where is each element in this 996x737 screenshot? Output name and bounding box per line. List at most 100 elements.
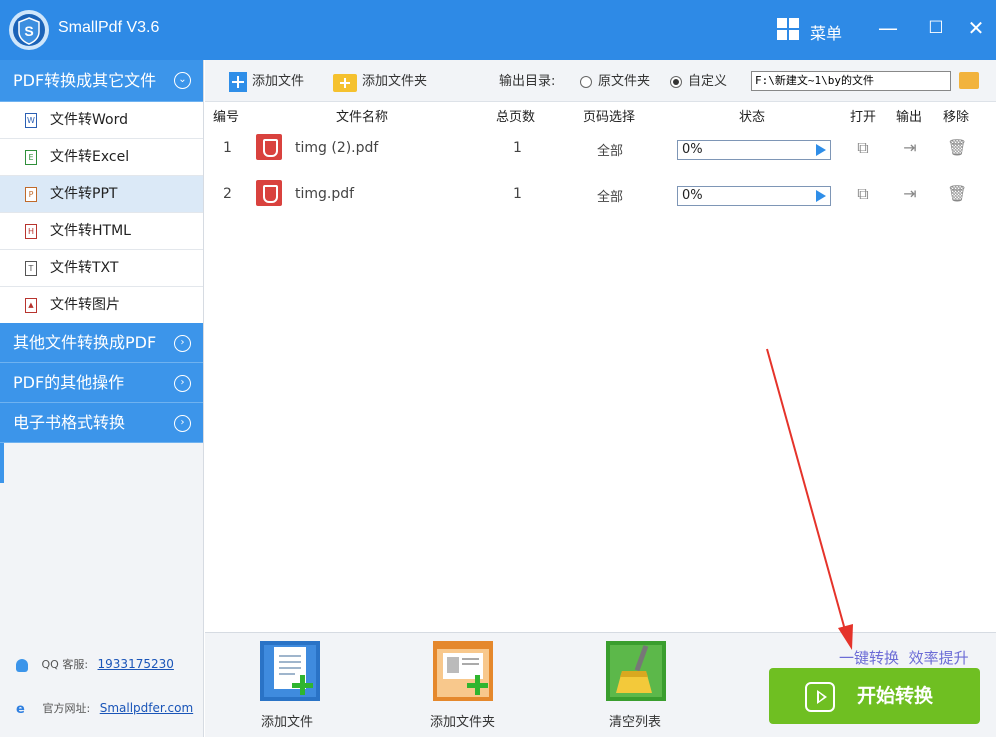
maximize-button[interactable]: ☐ [921, 14, 951, 42]
sidebar-item-label: 文件转HTML [50, 223, 131, 239]
html-doc-icon: H [25, 224, 37, 239]
category-label: PDF转换成其它文件 [13, 71, 157, 90]
row-pages: 1 [513, 140, 522, 156]
promo-right: 效率提升 [908, 649, 969, 667]
start-convert-label: 开始转换 [857, 685, 934, 707]
category-label: PDF的其他操作 [13, 373, 125, 392]
pdf-file-icon [256, 180, 282, 206]
play-icon[interactable] [816, 144, 826, 156]
sidebar-item-label: 文件转图片 [50, 297, 120, 313]
row-filename: timg (2).pdf [295, 140, 379, 156]
sidebar-item-image[interactable]: ▲ 文件转图片 [0, 287, 203, 324]
sidebar-item-label: 文件转Excel [50, 149, 130, 165]
start-convert-button[interactable]: 开始转换 [769, 668, 980, 724]
add-file-large-icon [260, 641, 320, 701]
table-row[interactable]: 1 timg (2).pdf 1 全部 0% ⧉ ⇥ 🗑 [205, 126, 996, 172]
sidebar-item-excel[interactable]: E 文件转Excel [0, 139, 203, 176]
chevron-right-icon: › [174, 375, 191, 392]
category-label: 电子书格式转换 [13, 413, 126, 432]
txt-doc-icon: T [25, 261, 37, 276]
svg-text:S: S [24, 23, 33, 39]
table-row[interactable]: 2 timg.pdf 1 全部 0% ⧉ ⇥ 🗑 [205, 172, 996, 218]
row-pages: 1 [513, 186, 522, 202]
radio-icon [580, 75, 592, 88]
qq-contact: QQ 客服: 1933175230 [16, 656, 174, 672]
promo-left: 一键转换 [839, 649, 900, 667]
word-doc-icon: W [25, 113, 37, 128]
export-icon[interactable]: ⇥ [900, 184, 920, 204]
status-progress: 0% [677, 140, 831, 160]
qq-icon [16, 658, 28, 672]
open-external-icon[interactable]: ⧉ [853, 184, 873, 204]
progress-text: 0% [682, 142, 703, 157]
sidebar-item-txt[interactable]: T 文件转TXT [0, 250, 203, 287]
category-pdf-to-other[interactable]: PDF转换成其它文件 ⌄ [0, 60, 203, 102]
app-logo-icon: S [9, 10, 49, 50]
row-page-range[interactable]: 全部 [597, 186, 623, 205]
bottom-add-file-label: 添加文件 [261, 715, 314, 730]
chevron-right-icon: › [174, 335, 191, 352]
sidebar-item-html[interactable]: H 文件转HTML [0, 213, 203, 250]
menu-button[interactable]: 菜单 [810, 20, 842, 44]
open-external-icon[interactable]: ⧉ [853, 138, 873, 158]
category-other-to-pdf[interactable]: 其他文件转换成PDF › [0, 323, 203, 363]
qq-number-link[interactable]: 1933175230 [98, 657, 174, 671]
table-header: 编号 文件名称 总页数 页码选择 状态 打开 输出 移除 [205, 102, 996, 126]
ie-icon: e [16, 701, 25, 717]
trash-icon[interactable]: 🗑 [947, 138, 967, 158]
promo-text: 一键转换 效率提升 [839, 647, 969, 668]
category-ebook-convert[interactable]: 电子书格式转换 › [0, 403, 203, 443]
trash-icon[interactable]: 🗑 [947, 184, 967, 204]
minimize-button[interactable]: — [873, 14, 903, 42]
col-pages: 总页数 [496, 110, 536, 125]
category-pdf-other-ops[interactable]: PDF的其他操作 › [0, 363, 203, 403]
radio-original-folder[interactable]: 原文件夹 [580, 71, 650, 93]
add-folder-label: 添加文件夹 [362, 74, 428, 89]
add-file-button[interactable]: 添加文件 [229, 71, 304, 93]
status-progress: 0% [677, 186, 831, 206]
sidebar-item-word[interactable]: W 文件转Word [0, 102, 203, 139]
row-index: 2 [223, 186, 232, 202]
pdf-file-icon [256, 134, 282, 160]
title-bar: S SmallPdf V3.6 菜单 — ☐ ✕ [0, 0, 996, 60]
sidebar: PDF转换成其它文件 ⌄ W 文件转Word E 文件转Excel P 文件转P… [0, 60, 204, 737]
app-title: SmallPdf V3.6 [58, 19, 160, 36]
row-index: 1 [223, 140, 232, 156]
menu-grid-icon[interactable] [777, 18, 799, 40]
website-contact: e 官方网址: Smallpdfer.com [16, 700, 193, 716]
image-doc-icon: ▲ [25, 298, 37, 313]
add-file-label: 添加文件 [252, 74, 305, 89]
website-label: 官方网址: [42, 702, 91, 715]
add-file-icon [229, 71, 247, 92]
qq-label: QQ 客服: [41, 658, 89, 671]
sidebar-item-ppt[interactable]: P 文件转PPT [0, 176, 203, 213]
clear-list-label: 清空列表 [609, 715, 662, 730]
toolbar: 添加文件 添加文件夹 输出目录: 原文件夹 自定义 F:\新建文~1\by的文件 [205, 60, 996, 102]
col-open: 打开 [850, 110, 877, 125]
excel-doc-icon: E [25, 150, 37, 165]
radio-selected-icon [670, 75, 682, 88]
play-icon[interactable] [816, 190, 826, 202]
sidebar-item-label: 文件转PPT [50, 186, 118, 202]
category-label: 其他文件转换成PDF [13, 333, 157, 352]
bottom-add-folder-label: 添加文件夹 [430, 715, 496, 730]
col-filename: 文件名称 [336, 110, 389, 125]
output-path-field[interactable]: F:\新建文~1\by的文件 [751, 71, 951, 91]
col-status: 状态 [739, 110, 766, 125]
radio-label: 原文件夹 [598, 74, 651, 89]
broom-icon [606, 641, 666, 701]
sidebar-item-label: 文件转Word [50, 112, 128, 128]
row-filename: timg.pdf [295, 186, 355, 202]
col-remove: 移除 [943, 110, 970, 125]
add-folder-large-icon [433, 641, 493, 701]
radio-custom-folder[interactable]: 自定义 [670, 71, 727, 93]
add-folder-button[interactable]: 添加文件夹 [333, 71, 427, 93]
add-folder-icon [333, 72, 357, 92]
col-output: 输出 [896, 110, 923, 125]
export-icon[interactable]: ⇥ [900, 138, 920, 158]
row-page-range[interactable]: 全部 [597, 140, 623, 159]
browse-folder-icon[interactable] [959, 72, 979, 89]
close-button[interactable]: ✕ [961, 14, 991, 42]
sidebar-item-label: 文件转TXT [50, 260, 119, 276]
website-link[interactable]: Smallpdfer.com [100, 701, 193, 715]
